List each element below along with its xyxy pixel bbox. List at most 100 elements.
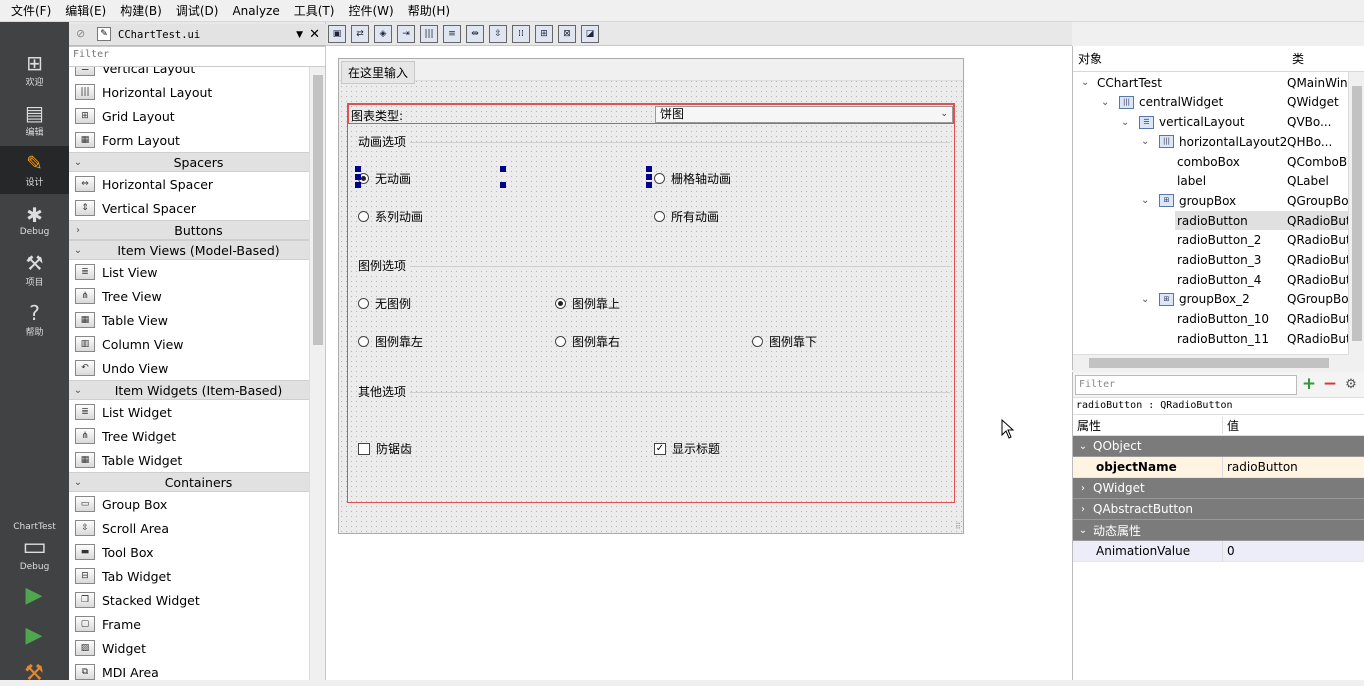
widget-item[interactable]: ▨ Widget — [69, 636, 310, 660]
property-category[interactable]: ⌄ QObject — [1073, 436, 1364, 457]
menu-2[interactable]: 构建(B) — [113, 0, 169, 22]
object-tree-row[interactable]: ⌄ CChartTest QMainWin — [1073, 73, 1349, 93]
debug-run-icon[interactable]: ▶ — [22, 624, 46, 648]
scrollbar-thumb[interactable] — [1352, 86, 1362, 341]
chevron-down-icon[interactable]: ⌄ — [1081, 77, 1089, 88]
adjust-size-icon[interactable]: ◪ — [581, 24, 599, 43]
splitter-vertical-icon[interactable]: ⇳ — [489, 24, 507, 43]
mode-1[interactable]: ▤ 编辑 — [0, 96, 69, 144]
widget-item[interactable]: ▬ Tool Box — [69, 540, 310, 564]
mode-3[interactable]: ✱ Debug — [0, 196, 69, 244]
radio-all-animations[interactable]: 所有动画 — [654, 208, 719, 225]
property-value[interactable]: 0 — [1223, 544, 1235, 558]
widget-category[interactable]: ⌄ Item Widgets (Item-Based) — [69, 380, 310, 400]
widget-item[interactable]: ⇔ Horizontal Spacer — [69, 172, 310, 196]
close-document-icon[interactable]: ✕ — [309, 27, 320, 42]
chevron-down-icon[interactable]: ⌄ — [1141, 195, 1149, 206]
widget-item[interactable]: ↶ Undo View — [69, 356, 310, 380]
widget-item[interactable]: ||| Horizontal Layout — [69, 80, 310, 104]
property-category[interactable]: ⌄ 动态属性 — [1073, 520, 1364, 541]
object-tree-hscrollbar[interactable] — [1073, 354, 1349, 370]
widget-item[interactable]: ▭ Group Box — [69, 492, 310, 516]
object-tree-vscrollbar[interactable] — [1348, 72, 1364, 370]
property-row[interactable]: AnimationValue 0 — [1073, 540, 1364, 562]
widget-category[interactable]: ⌄ Item Views (Model-Based) — [69, 240, 310, 260]
widget-item[interactable]: ☰ Vertical Layout — [69, 67, 310, 80]
radio-legend-left[interactable]: 图例靠左 — [358, 333, 423, 350]
legend-group-box[interactable]: 图例选项 — [358, 257, 950, 376]
selection-handle[interactable] — [646, 166, 652, 172]
edit-signals-slots-icon[interactable]: ⇄ — [351, 24, 369, 43]
widget-item[interactable]: ⋔ Tree View — [69, 284, 310, 308]
radio-legend-top[interactable]: 图例靠上 — [555, 295, 620, 312]
object-tree-row[interactable]: radioButton_11 QRadioBut — [1073, 329, 1349, 349]
animation-group-box[interactable]: 动画选项 — [358, 133, 950, 262]
remove-dynamic-property-icon[interactable]: − — [1321, 375, 1339, 394]
run-icon[interactable]: ▶ — [22, 584, 46, 608]
object-tree-row[interactable]: ⌄ ⊞ groupBox_2 QGroupBo — [1073, 290, 1349, 310]
chevron-down-icon[interactable]: ▼ — [296, 30, 303, 40]
edit-buddies-icon[interactable]: ◈ — [374, 24, 392, 43]
lay-out-in-grid-icon[interactable]: ⊞ — [535, 24, 553, 43]
menu-6[interactable]: 控件(W) — [341, 0, 400, 22]
object-tree-row[interactable]: comboBox QComboB — [1073, 152, 1349, 172]
selection-handle[interactable] — [355, 182, 361, 188]
lay-out-in-form-icon[interactable]: ⁞⁞ — [512, 24, 530, 43]
property-category[interactable]: › QAbstractButton — [1073, 499, 1364, 520]
menu-0[interactable]: 文件(F) — [4, 0, 58, 22]
radio-series-animation[interactable]: 系列动画 — [358, 208, 423, 225]
widget-item[interactable]: ⋔ Tree Widget — [69, 424, 310, 448]
mode-4[interactable]: ⚒ 项目 — [0, 246, 69, 294]
chevron-down-icon[interactable]: ⌄ — [1121, 117, 1129, 128]
checkbox-antialiasing[interactable]: 防锯齿 — [358, 440, 412, 457]
widget-item[interactable]: ▦ Table Widget — [69, 448, 310, 472]
type-here-menu-placeholder[interactable]: 在这里输入 — [341, 61, 416, 84]
widget-category[interactable]: › Buttons — [69, 220, 310, 240]
object-tree-row[interactable]: radioButton_10 QRadioBut — [1073, 309, 1349, 329]
radio-no-animation[interactable]: 无动画 — [358, 170, 411, 187]
size-grip-icon[interactable]: ⠿ — [955, 522, 961, 531]
build-hammer-icon[interactable]: ⚒ — [22, 662, 46, 686]
widget-filter-input[interactable]: Filter — [69, 47, 325, 67]
widget-item[interactable]: ⇳ Scroll Area — [69, 516, 310, 540]
chevron-down-icon[interactable]: ⌄ — [1141, 294, 1149, 305]
checkbox-show-title[interactable]: ✓ 显示标题 — [654, 440, 720, 457]
selection-handle[interactable] — [500, 182, 506, 188]
selection-handle[interactable] — [355, 166, 361, 172]
property-filter-input[interactable]: Filter — [1075, 374, 1297, 395]
widget-item[interactable]: ⊟ Tab Widget — [69, 564, 310, 588]
menu-5[interactable]: 工具(T) — [287, 0, 342, 22]
lay-out-vertically-icon[interactable]: ≡ — [443, 24, 461, 43]
selection-handle[interactable] — [355, 174, 361, 180]
chevron-down-icon[interactable]: ⌄ — [1141, 136, 1149, 147]
menu-1[interactable]: 编辑(E) — [58, 0, 113, 22]
selection-handle[interactable] — [646, 182, 652, 188]
object-tree-row[interactable]: ⌄ ||| centralWidget QWidget — [1073, 93, 1349, 113]
widget-item[interactable]: ⧉ MDI Area — [69, 660, 310, 680]
radio-legend-right[interactable]: 图例靠右 — [555, 333, 620, 350]
widget-category[interactable]: ⌄ Spacers — [69, 152, 310, 172]
chart-type-combo[interactable]: 饼图 ⌄ — [655, 106, 953, 123]
widget-item[interactable]: ▦ Table View — [69, 308, 310, 332]
object-tree-row[interactable]: ⌄ ⊞ groupBox QGroupBo — [1073, 191, 1349, 211]
break-layout-icon[interactable]: ⊠ — [558, 24, 576, 43]
object-tree-row[interactable]: radioButton_2 QRadioBut — [1073, 231, 1349, 251]
add-dynamic-property-icon[interactable]: + — [1300, 375, 1318, 394]
radio-grid-axis-animation[interactable]: 栅格轴动画 — [654, 170, 731, 187]
widget-item[interactable]: ⇕ Vertical Spacer — [69, 196, 310, 220]
chevron-down-icon[interactable]: ⌄ — [1101, 97, 1109, 108]
property-row[interactable]: objectName radioButton — [1073, 456, 1364, 478]
widget-item[interactable]: ▥ Column View — [69, 332, 310, 356]
widget-category[interactable]: ⌄ Containers — [69, 472, 310, 492]
object-tree-row[interactable]: radioButton_4 QRadioBut — [1073, 270, 1349, 290]
object-tree-row[interactable]: ⌄ ☰ verticalLayout QVBo... — [1073, 112, 1349, 132]
mode-0[interactable]: ⊞ 欢迎 — [0, 46, 69, 94]
selection-handle[interactable] — [646, 174, 652, 180]
edit-tab-order-icon[interactable]: ⇥ — [397, 24, 415, 43]
property-value[interactable]: radioButton — [1223, 460, 1298, 474]
scrollbar-thumb[interactable] — [313, 75, 323, 345]
object-tree-row[interactable]: radioButton QRadioBut — [1175, 210, 1349, 231]
object-tree-row[interactable]: label QLabel — [1073, 172, 1349, 192]
property-category[interactable]: › QWidget — [1073, 478, 1364, 499]
radio-no-legend[interactable]: 无图例 — [358, 295, 411, 312]
